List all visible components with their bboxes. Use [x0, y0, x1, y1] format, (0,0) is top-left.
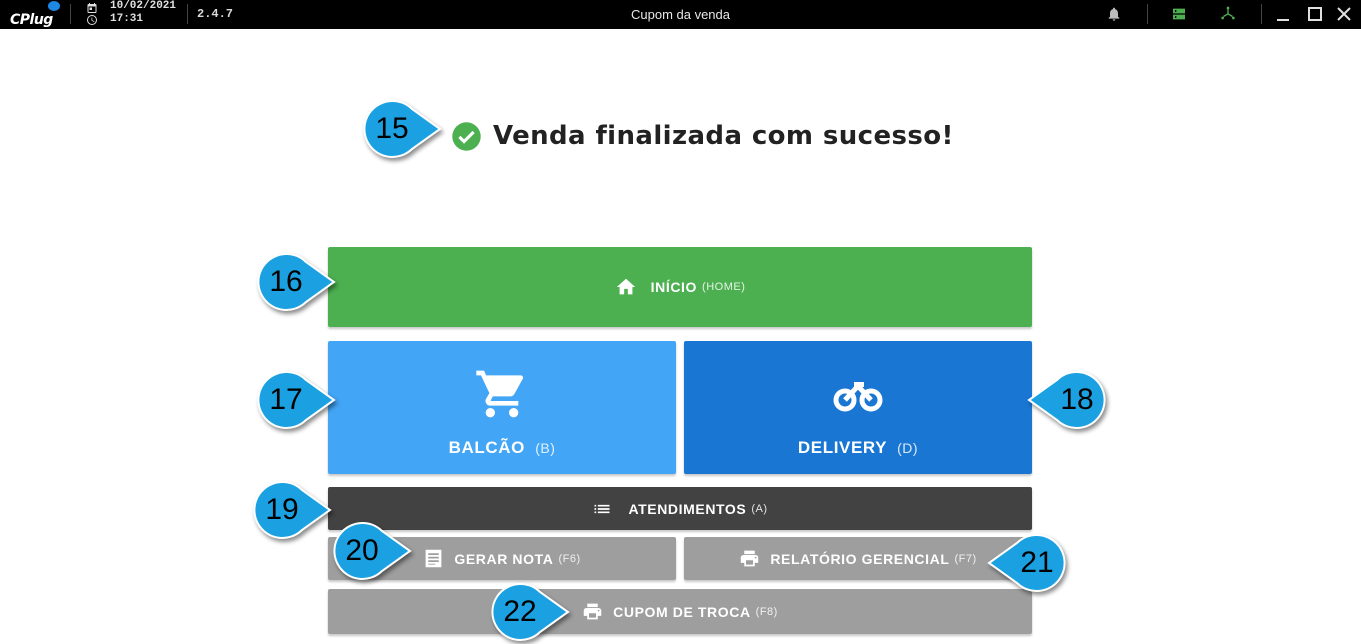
title-bar: CPlug 10/02/2021 17:31 2.4.7 Cupom da ve… [0, 0, 1361, 29]
relatorio-gerencial-button[interactable]: RELATÓRIO GERENCIAL (F7) [684, 537, 1032, 580]
callout-number: 18 [1060, 383, 1094, 416]
callout-number: 20 [345, 534, 379, 567]
balcao-button[interactable]: BALCÃO (B) [328, 341, 676, 474]
relatorio-shortcut: (F7) [954, 552, 977, 565]
balcao-label: BALCÃO [448, 437, 525, 457]
success-message: Venda finalizada com sucesso! [493, 121, 954, 151]
maximize-icon[interactable] [1307, 6, 1323, 22]
callout-22: 22 [488, 580, 572, 644]
atendimentos-button[interactable]: ATENDIMENTOS (A) [328, 487, 1032, 530]
divider [1147, 4, 1148, 24]
delivery-label: DELIVERY [797, 437, 887, 457]
balcao-shortcut: (B) [535, 439, 556, 456]
callout-17: 17 [254, 368, 338, 432]
callout-18: 18 [1025, 368, 1109, 432]
receipt-icon [426, 549, 442, 568]
atendimentos-shortcut: (A) [751, 502, 768, 515]
motorcycle-icon [833, 381, 883, 411]
cupom-troca-shortcut: (F8) [755, 605, 778, 618]
callout-number: 21 [1020, 546, 1054, 579]
callout-number: 19 [265, 493, 299, 526]
bell-icon[interactable] [1106, 6, 1122, 22]
callout-16: 16 [254, 250, 338, 314]
server-icon[interactable] [1171, 6, 1187, 22]
callout-number: 17 [269, 383, 303, 416]
printer-icon [741, 550, 759, 567]
atendimentos-label: ATENDIMENTOS [628, 500, 747, 517]
home-icon [616, 278, 635, 295]
cart-icon [476, 370, 524, 417]
callout-20: 20 [330, 519, 414, 583]
window-title: Cupom da venda [630, 7, 730, 22]
success-header: Venda finalizada com sucesso! [451, 118, 954, 154]
check-circle-icon [452, 121, 481, 151]
printer-icon [583, 603, 602, 620]
cupom-troca-label: CUPOM DE TROCA [613, 603, 751, 620]
callout-19: 19 [250, 478, 334, 542]
callout-15: 15 [360, 97, 444, 161]
callout-21: 21 [985, 531, 1069, 595]
relatorio-label: RELATÓRIO GERENCIAL [770, 550, 950, 567]
callout-number: 15 [375, 112, 409, 145]
delivery-shortcut: (D) [897, 439, 919, 456]
minimize-icon[interactable] [1275, 6, 1291, 22]
gerar-nota-label: GERAR NOTA [454, 550, 554, 567]
list-icon [594, 504, 610, 513]
delivery-button[interactable]: DELIVERY (D) [684, 341, 1032, 474]
cupom-troca-button[interactable]: CUPOM DE TROCA (F8) [328, 589, 1032, 634]
divider [1261, 4, 1262, 24]
gerar-nota-shortcut: (F6) [558, 552, 581, 565]
callout-number: 16 [269, 265, 303, 298]
close-icon[interactable] [1336, 6, 1352, 22]
home-shortcut: (HOME) [702, 281, 746, 293]
home-label: INÍCIO [650, 279, 698, 295]
network-icon[interactable] [1220, 6, 1236, 22]
home-button[interactable]: INÍCIO (HOME) [328, 247, 1032, 327]
callout-number: 22 [503, 595, 537, 628]
